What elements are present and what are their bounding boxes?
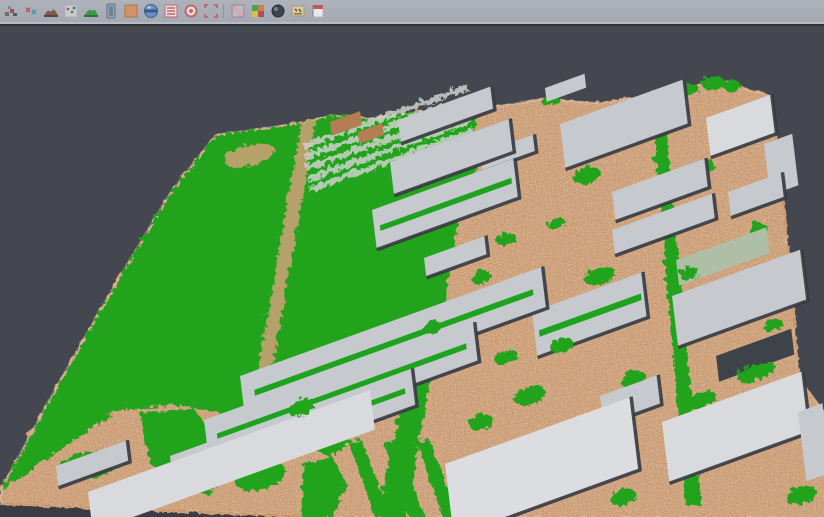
sparse-points-icon[interactable]	[62, 2, 80, 20]
point-cloud-scene	[0, 26, 824, 517]
terrain-icon[interactable]	[42, 2, 60, 20]
sphere-icon[interactable]	[269, 2, 287, 20]
flag-icon-glyph	[310, 3, 326, 19]
registration-icon[interactable]	[22, 2, 40, 20]
ortho-icon-glyph	[123, 3, 139, 19]
selection-icon-glyph	[203, 3, 219, 19]
target-icon[interactable]	[182, 2, 200, 20]
sparse-points-icon-glyph	[63, 3, 79, 19]
building-roof	[545, 74, 586, 102]
globe-icon-glyph	[143, 3, 159, 19]
checker-icon-glyph	[230, 3, 246, 19]
vegetation-icon[interactable]	[82, 2, 100, 20]
layers-icon[interactable]	[162, 2, 180, 20]
registration-icon-glyph	[23, 3, 39, 19]
vegetation-icon-glyph	[83, 3, 99, 19]
selection-icon[interactable]	[202, 2, 220, 20]
ortho-icon[interactable]	[122, 2, 140, 20]
panel-icon-glyph	[103, 3, 119, 19]
sphere-icon-glyph	[270, 3, 286, 19]
annotations-icon-glyph	[290, 3, 306, 19]
flag-icon[interactable]	[309, 2, 327, 20]
main-toolbar	[0, 0, 824, 22]
annotations-icon[interactable]	[289, 2, 307, 20]
3d-viewport[interactable]	[0, 26, 824, 517]
target-icon-glyph	[183, 3, 199, 19]
app-window	[0, 0, 824, 517]
classification-icon[interactable]	[249, 2, 267, 20]
terrain-icon-glyph	[43, 3, 59, 19]
vegetation-patch	[721, 78, 739, 90]
points-icon-glyph	[3, 3, 19, 19]
vegetation-patch	[700, 75, 724, 89]
globe-icon[interactable]	[142, 2, 160, 20]
layers-icon-glyph	[163, 3, 179, 19]
toolbar-separator	[220, 3, 227, 19]
panel-icon[interactable]	[102, 2, 120, 20]
points-icon[interactable]	[2, 2, 20, 20]
checker-icon[interactable]	[229, 2, 247, 20]
classification-icon-glyph	[250, 3, 266, 19]
